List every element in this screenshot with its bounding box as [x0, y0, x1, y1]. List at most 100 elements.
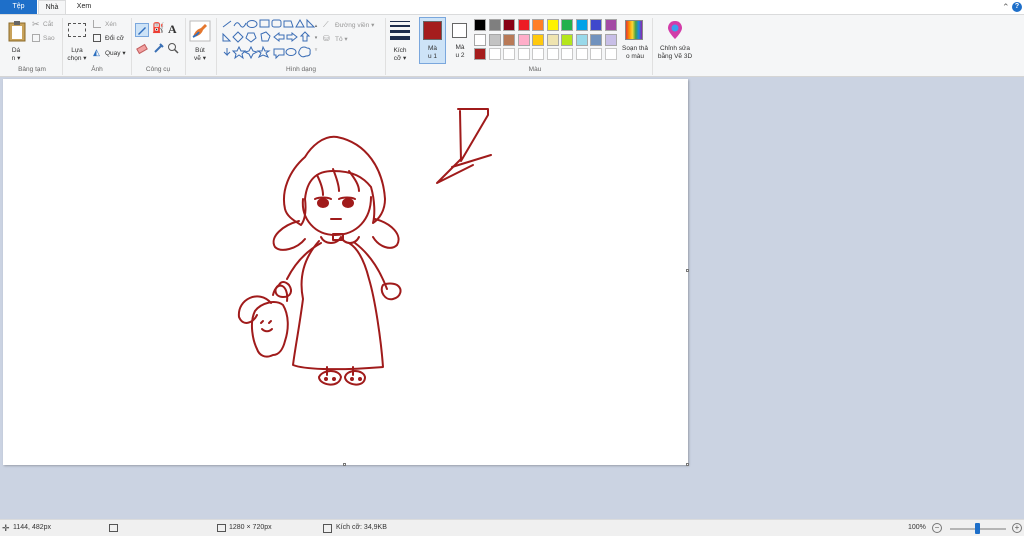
- color2-label2: u 2: [455, 52, 465, 59]
- palette-color[interactable]: [575, 33, 588, 46]
- color-picker-tool[interactable]: [153, 42, 165, 54]
- colors-group-label: Màu: [528, 66, 542, 73]
- resize-handle-right[interactable]: [686, 269, 689, 272]
- image-group-label: Ảnh: [91, 66, 103, 73]
- palette-empty-slot[interactable]: [517, 48, 530, 60]
- palette-color[interactable]: [474, 33, 486, 46]
- palette-color[interactable]: [503, 19, 515, 31]
- tab-home[interactable]: Nhà: [38, 0, 66, 14]
- palette-color[interactable]: [503, 33, 515, 46]
- color1-label: Mà: [427, 45, 438, 52]
- canvas-workspace: [0, 77, 1024, 519]
- shapes-group-label: Hình dạng: [286, 66, 316, 73]
- fill-icon: ⛁: [323, 34, 330, 43]
- rotate-button[interactable]: ◭ Quay ▾: [92, 47, 128, 58]
- color1-button[interactable]: Mà u 1: [419, 17, 446, 64]
- copy-icon: [32, 34, 40, 42]
- palette-color[interactable]: [604, 19, 617, 31]
- shapes-icon: [222, 18, 316, 60]
- text-tool[interactable]: A: [168, 22, 180, 36]
- palette-color[interactable]: [575, 19, 588, 31]
- shapes-gallery[interactable]: [219, 18, 321, 62]
- ribbon-tab-bar: Tệp Nhà Xem ⌃ ?: [0, 0, 1024, 14]
- bucket-icon: ⛽: [152, 23, 165, 34]
- rotate-icon: ◭: [93, 47, 100, 57]
- cursor-position-icon: ✛: [2, 523, 10, 533]
- eyedropper-icon: [154, 43, 164, 53]
- collapse-ribbon-icon[interactable]: ⌃: [1002, 2, 1010, 12]
- zoom-in-button[interactable]: +: [1012, 523, 1022, 533]
- brushes-button[interactable]: Bút vẽ ▾: [188, 18, 212, 64]
- tools-group-label: Công cụ: [145, 66, 171, 73]
- paint3d-label: Chỉnh sửa: [659, 45, 690, 52]
- drawing-canvas[interactable]: [3, 79, 689, 466]
- zoom-out-button[interactable]: −: [932, 523, 942, 533]
- palette-color[interactable]: [590, 33, 602, 46]
- edit-colors-button[interactable]: Soạn thả o màu: [620, 18, 650, 64]
- copy-button[interactable]: Sao: [32, 34, 60, 44]
- canvas-dimensions: 1280 × 720px: [229, 524, 272, 531]
- paste-button[interactable]: Dá n ▾: [4, 18, 28, 64]
- palette-color[interactable]: [517, 19, 530, 31]
- selection-rect-icon: [68, 23, 86, 37]
- palette-color[interactable]: [488, 19, 501, 31]
- clipboard-group-label: Bảng tạm: [18, 66, 46, 73]
- palette-color[interactable]: [546, 19, 559, 31]
- paint3d-button[interactable]: Chỉnh sửa bằng Vẽ 3D: [654, 18, 696, 64]
- fill-tool[interactable]: ⛽: [152, 23, 166, 37]
- palette-empty-slot[interactable]: [532, 48, 544, 60]
- selection-size-icon: [109, 524, 118, 532]
- palette-empty-slot[interactable]: [575, 48, 588, 60]
- palette-color[interactable]: [474, 19, 486, 31]
- pencil-icon: [138, 27, 146, 35]
- palette-color[interactable]: [546, 33, 559, 46]
- palette-color[interactable]: [517, 33, 530, 46]
- select-button[interactable]: Lựa chọn ▾: [65, 18, 89, 64]
- palette-empty-slot[interactable]: [590, 48, 602, 60]
- size-caret: cỡ ▾: [393, 55, 407, 62]
- resize-button[interactable]: Đổi cỡ: [92, 34, 128, 44]
- palette-color[interactable]: [532, 19, 544, 31]
- shape-fill-button[interactable]: ⛁ Tô ▾: [323, 34, 363, 44]
- palette-color[interactable]: [488, 33, 501, 46]
- paint3d-icon: [668, 21, 682, 39]
- cut-button[interactable]: ✂ Cắt: [32, 19, 60, 30]
- size-button[interactable]: Kích cỡ ▾: [388, 18, 412, 64]
- magnifier-tool[interactable]: [167, 42, 179, 54]
- color1-label2: u 1: [427, 53, 438, 60]
- brush-icon: [189, 20, 211, 42]
- shape-outline-label: Đường viền ▾: [335, 22, 375, 29]
- palette-color[interactable]: [474, 48, 486, 60]
- palette-empty-slot[interactable]: [561, 48, 573, 60]
- scissors-icon: ✂: [32, 19, 40, 29]
- cursor-position: 1144, 482px: [13, 524, 52, 531]
- palette-empty-slot[interactable]: [546, 48, 559, 60]
- shapes-scroll[interactable]: ▴ ▾ ▿: [312, 20, 320, 60]
- palette-color[interactable]: [561, 19, 573, 31]
- tab-file[interactable]: Tệp: [0, 0, 37, 14]
- palette-color[interactable]: [604, 33, 617, 46]
- separator: [62, 18, 63, 75]
- pencil-tool[interactable]: [135, 23, 149, 37]
- color2-button[interactable]: Mà u 2: [448, 17, 472, 64]
- shape-outline-button[interactable]: ⟋ Đường viền ▾: [323, 20, 383, 30]
- resize-handle-corner[interactable]: [686, 463, 689, 466]
- eraser-tool[interactable]: [136, 43, 149, 55]
- palette-color[interactable]: [532, 33, 544, 46]
- clipboard-icon: [8, 21, 26, 42]
- palette-empty-slot[interactable]: [503, 48, 515, 60]
- separator: [385, 18, 386, 75]
- help-icon[interactable]: ?: [1012, 2, 1022, 12]
- palette-color[interactable]: [561, 33, 573, 46]
- outline-icon: ⟋: [323, 20, 329, 29]
- tab-view[interactable]: Xem: [70, 0, 98, 14]
- palette-empty-slot[interactable]: [488, 48, 501, 60]
- color1-swatch: [423, 21, 442, 40]
- crop-button[interactable]: Xén: [92, 20, 124, 30]
- brushes-label: Bút: [195, 47, 205, 54]
- shape-fill-label: Tô ▾: [335, 36, 348, 43]
- palette-empty-slot[interactable]: [604, 48, 617, 60]
- resize-handle-bottom[interactable]: [343, 463, 346, 466]
- palette-color[interactable]: [590, 19, 602, 31]
- zoom-slider-thumb[interactable]: [975, 523, 980, 534]
